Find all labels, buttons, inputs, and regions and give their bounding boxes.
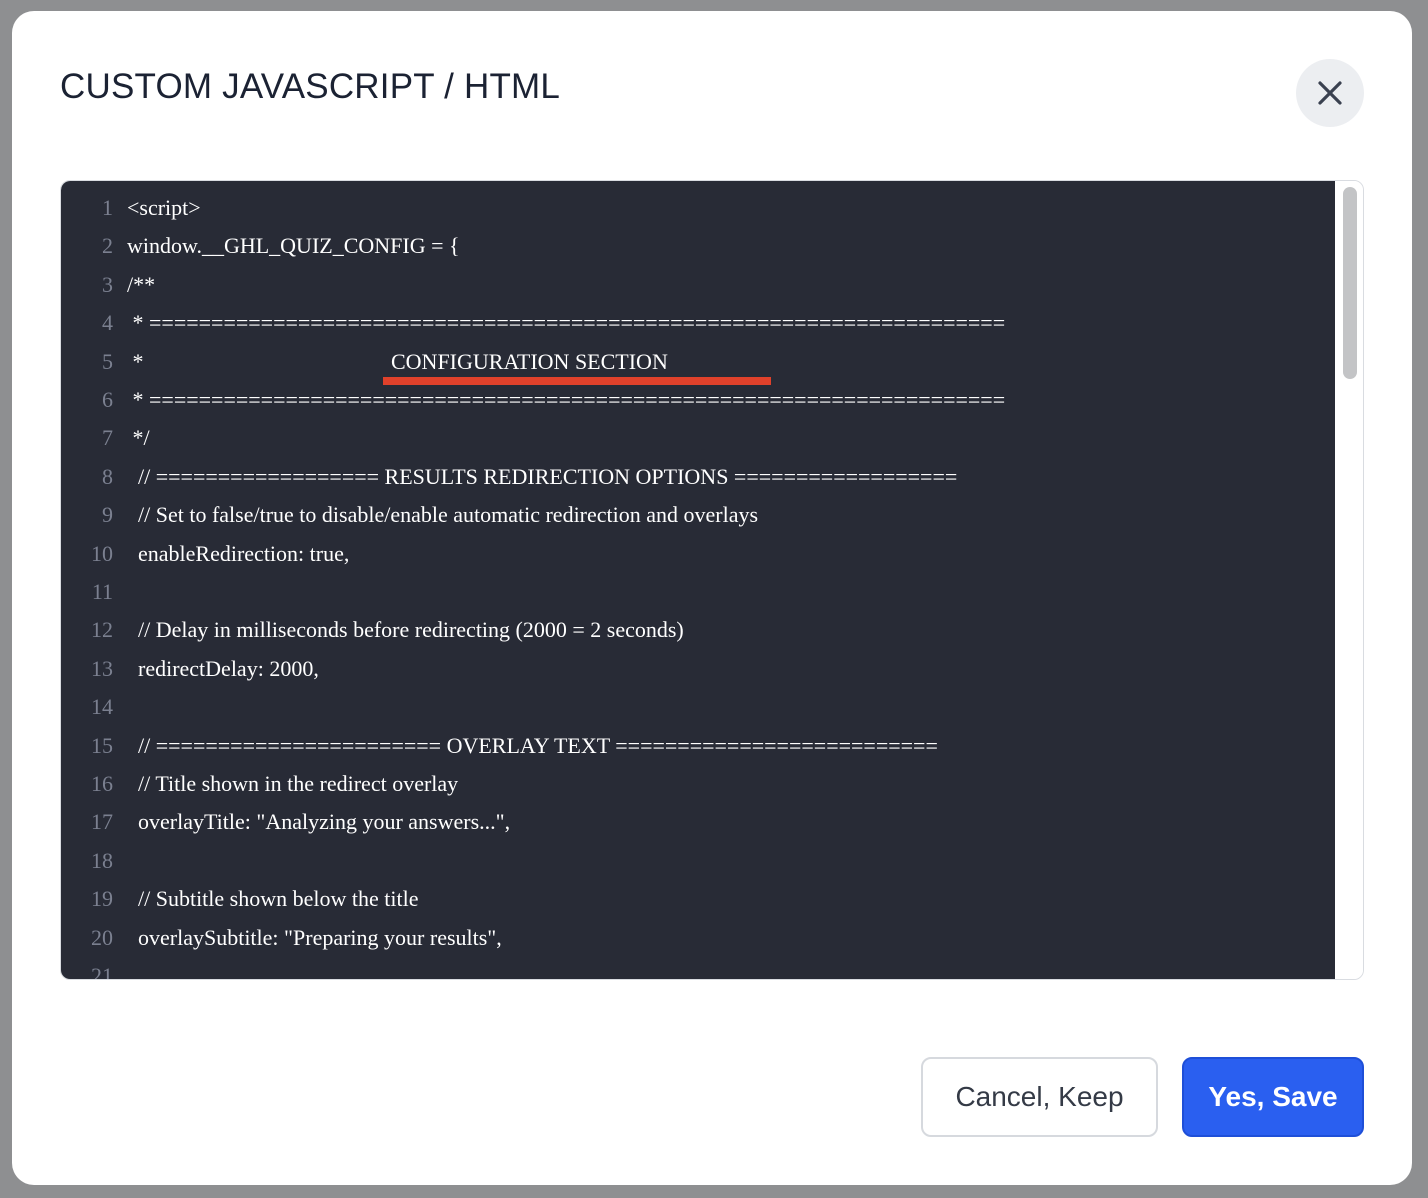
line-number: 19 (91, 886, 113, 912)
code-text: // Title shown in the redirect overlay (127, 771, 459, 796)
dialog-title: CUSTOM JAVASCRIPT / HTML (60, 67, 561, 106)
code-text: overlayTitle: "Analyzing your answers...… (127, 809, 511, 835)
code-text: * ======================================… (127, 310, 1006, 336)
code-line[interactable]: 3 /** (61, 266, 1335, 304)
code-line[interactable]: 10 enableRedirection: true, (61, 535, 1335, 573)
close-icon (1318, 81, 1342, 105)
code-line[interactable]: 6 * ====================================… (61, 381, 1335, 419)
code-line[interactable]: 19 // Subtitle shown below the title (61, 880, 1335, 918)
code-editor[interactable]: 1 <script> 2 window.__GHL_QUIZ_CONFIG = { 3 /… (61, 181, 1335, 980)
cancel-keep-button[interactable]: Cancel, Keep (921, 1057, 1158, 1137)
code-text: // Set to false/true to disable/enable a… (127, 502, 759, 528)
code-line[interactable]: 4 * ====================================… (61, 304, 1335, 342)
line-number: 3 (102, 271, 113, 297)
yes-save-button[interactable]: Yes, Save (1182, 1057, 1364, 1137)
code-text: // Subtitle shown below the title (127, 886, 419, 912)
code-line[interactable]: 1 <script> (61, 189, 1335, 227)
code-text: enableRedirection: true, (127, 540, 350, 566)
code-text: // Delay in milliseconds before redirect… (127, 617, 684, 643)
code-text: redirectDelay: 2000, (127, 655, 319, 681)
line-number: 5 (102, 348, 113, 374)
line-number: 1 (102, 195, 113, 220)
line-number: 14 (91, 694, 113, 720)
code-line[interactable]: 17 overlayTitle: "Analyzing your answers… (61, 803, 1335, 841)
line-number: 16 (91, 771, 113, 796)
code-line[interactable]: 14 (61, 688, 1335, 726)
code-line[interactable]: 2 window.__GHL_QUIZ_CONFIG = { (61, 227, 1335, 265)
code-line[interactable]: 11 (61, 573, 1335, 611)
code-line[interactable]: 8 // ================== RESULTS REDIRECT… (61, 458, 1335, 496)
code-line[interactable]: 20 overlaySubtitle: "Preparing your resu… (61, 919, 1335, 957)
code-editor-container: 1 <script> 2 window.__GHL_QUIZ_CONFIG = { 3 /… (60, 180, 1364, 980)
scrollbar-thumb[interactable] (1343, 187, 1357, 379)
line-number: 7 (102, 425, 113, 451)
code-text: */ (127, 425, 150, 451)
code-text: * ======================================… (127, 387, 1006, 412)
code-line[interactable]: 7 */ (61, 419, 1335, 457)
custom-code-dialog: CUSTOM JAVASCRIPT / HTML 1 <script> 2 windo… (12, 11, 1412, 1185)
code-line[interactable]: 21 (61, 957, 1335, 980)
code-line[interactable]: 12 // Delay in milliseconds before redir… (61, 611, 1335, 649)
line-number: 4 (102, 310, 113, 336)
code-text: overlaySubtitle: "Preparing your results… (127, 924, 502, 950)
line-number: 20 (91, 924, 113, 950)
code-line[interactable]: 9 // Set to false/true to disable/enable… (61, 496, 1335, 534)
line-number: 8 (102, 463, 113, 489)
code-text: <script> (127, 195, 201, 220)
line-number: 13 (91, 655, 113, 681)
line-number: 9 (102, 502, 113, 528)
line-number: 21 (91, 963, 113, 980)
code-text: /** (127, 271, 156, 297)
code-line[interactable]: 15 // ======================= OVERLAY TE… (61, 727, 1335, 765)
code-line[interactable]: 16 // Title shown in the redirect overla… (61, 765, 1335, 803)
line-number: 18 (91, 847, 113, 873)
code-line[interactable]: 18 (61, 842, 1335, 880)
line-number: 2 (102, 233, 113, 259)
line-number: 15 (91, 732, 113, 758)
line-number: 10 (91, 540, 113, 566)
editor-scrollbar[interactable] (1335, 181, 1363, 979)
line-number: 11 (91, 579, 113, 604)
code-text: * CONFIGURATION SECTION (127, 348, 668, 374)
code-line[interactable]: 13 redirectDelay: 2000, (61, 650, 1335, 688)
code-line[interactable]: 5 * CONFIGURATION SECTION (61, 343, 1335, 381)
code-text: // ======================= OVERLAY TEXT … (127, 732, 938, 758)
line-number: 6 (102, 387, 113, 412)
code-text: // ================== RESULTS REDIRECTIO… (127, 463, 958, 489)
close-button[interactable] (1296, 59, 1364, 127)
line-number: 12 (91, 617, 113, 643)
code-text: window.__GHL_QUIZ_CONFIG = { (127, 233, 460, 259)
line-number: 17 (91, 809, 113, 835)
